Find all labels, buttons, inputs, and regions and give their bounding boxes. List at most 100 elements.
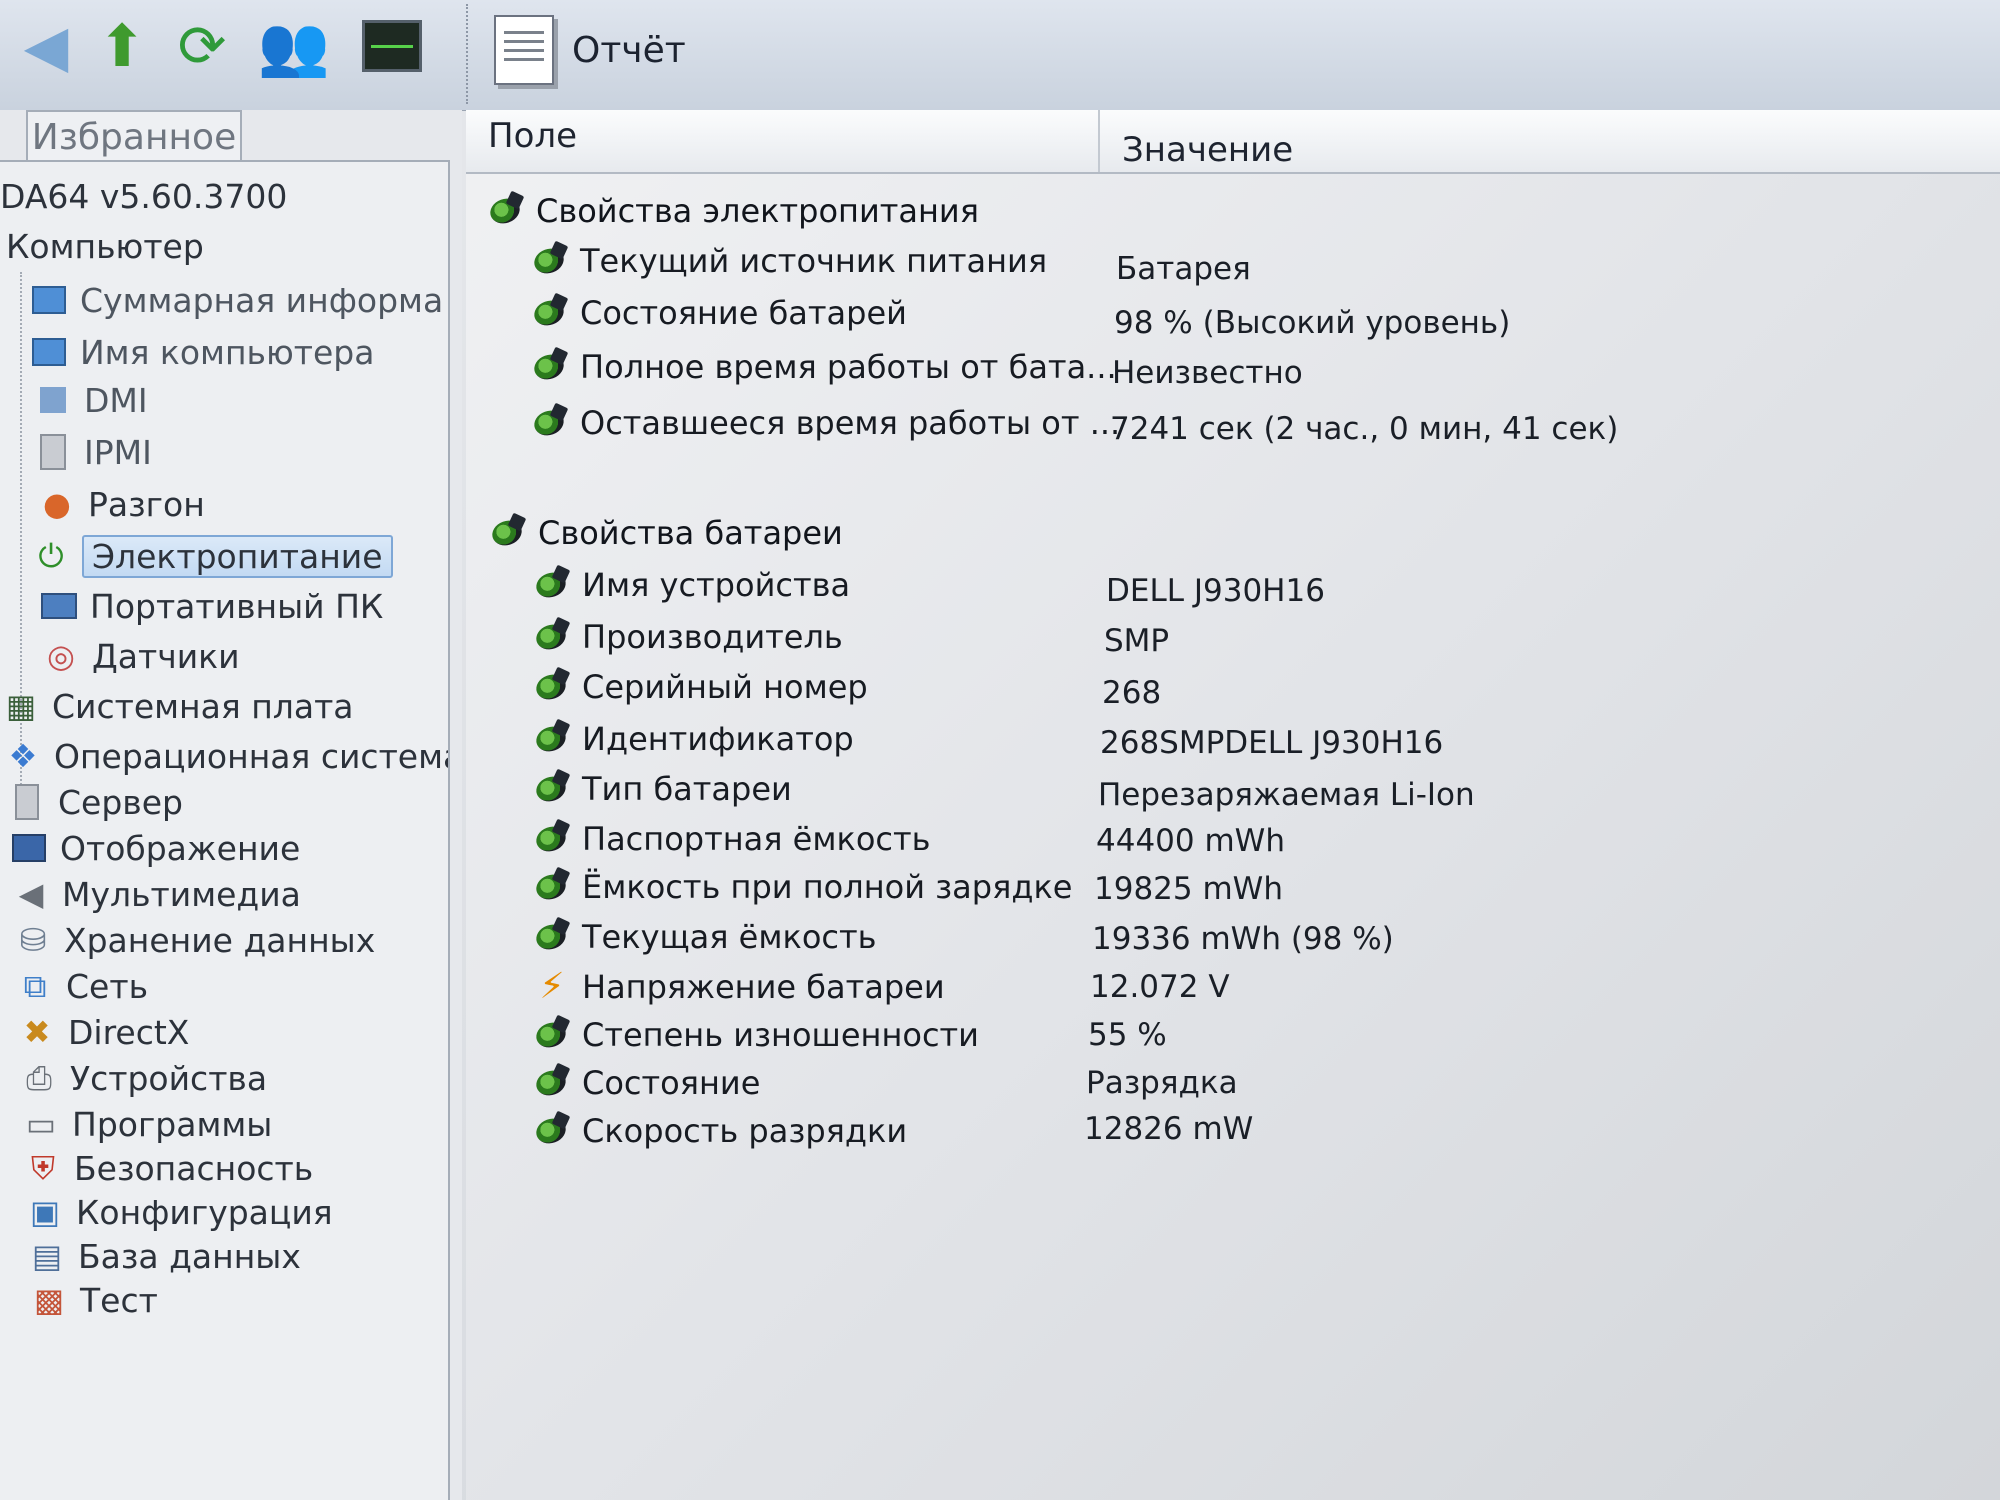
column-divider[interactable] — [1098, 110, 1100, 172]
tree-item-summary[interactable]: Суммарная информа — [30, 276, 443, 324]
report-row[interactable]: Производитель — [532, 614, 843, 660]
plug-icon — [532, 819, 572, 859]
tree-item-config[interactable]: ▣ Конфигурация — [26, 1188, 333, 1236]
plug-icon — [532, 667, 572, 707]
section-power-properties[interactable]: Свойства электропитания — [486, 188, 979, 234]
report-row[interactable]: Скорость разрядки — [532, 1108, 907, 1154]
report-row[interactable]: Текущая ёмкость — [532, 914, 877, 960]
plug-icon — [532, 769, 572, 809]
tree-item-storage[interactable]: ⛁ Хранение данных — [14, 916, 376, 964]
tree-item-display[interactable]: Отображение — [10, 824, 300, 872]
tree-item-devices[interactable]: ⎙ Устройства — [20, 1054, 267, 1102]
directx-icon: ✖ — [23, 1013, 51, 1051]
speaker-icon: ◀ — [18, 875, 44, 913]
report-row[interactable]: Паспортная ёмкость — [532, 816, 931, 862]
tree-item-os[interactable]: ❖ Операционная система — [4, 732, 448, 780]
report-value: 19336 mWh (98 %) — [1092, 921, 1394, 957]
tree-item-dmi[interactable]: DMI — [34, 376, 148, 424]
chip-icon — [34, 381, 72, 419]
report-row[interactable]: Имя устройства — [532, 562, 850, 608]
tree-item-network[interactable]: ⧉ Сеть — [16, 962, 148, 1010]
report-value: 55 % — [1088, 1017, 1167, 1053]
report-value: 19825 mWh — [1094, 871, 1283, 907]
report-row[interactable]: Идентификатор — [532, 716, 854, 762]
report-value: 44400 mWh — [1096, 823, 1285, 859]
up-arrow-icon[interactable]: ⬆ — [84, 8, 160, 84]
report-row[interactable]: Состояние — [532, 1060, 760, 1106]
config-icon: ▣ — [29, 1193, 61, 1231]
report-value: Батарея — [1116, 251, 1251, 287]
report-value: 12826 mW — [1084, 1111, 1254, 1147]
monitor-icon[interactable] — [354, 8, 430, 84]
plug-icon — [530, 347, 570, 387]
tree-item-security[interactable]: ⛨ Безопасность — [24, 1144, 313, 1192]
tree-item-programs[interactable]: ▭ Программы — [22, 1100, 272, 1148]
report-label: Отчёт — [572, 29, 686, 71]
computer-icon — [30, 333, 68, 371]
aida64-window: ◀ ⬆ ⟳ 👥 Отчёт Избранное DA64 v5.60.3700 … — [0, 0, 2000, 1500]
plug-icon — [532, 1111, 572, 1151]
tree-item-multimedia[interactable]: ◀ Мультимедиа — [12, 870, 301, 918]
report-row[interactable]: ⚡ Напряжение батареи — [532, 964, 944, 1010]
report-value: Перезаряжаемая Li-Ion — [1098, 777, 1475, 813]
gauge-icon: ◎ — [47, 637, 75, 675]
server-icon — [34, 433, 72, 471]
database-icon: ▤ — [31, 1237, 63, 1275]
plug-icon: ⏻ — [38, 537, 64, 575]
tree-item-overclock[interactable]: ● Разгон — [38, 480, 205, 528]
report-row[interactable]: Оставшееся время работы от ... — [530, 400, 1120, 446]
tree-item-portable[interactable]: Портативный ПК — [40, 582, 383, 630]
flame-icon: ● — [43, 485, 71, 523]
report-icon — [494, 15, 554, 85]
window-icon: ▭ — [25, 1105, 57, 1143]
plug-icon — [486, 191, 526, 231]
tree-root[interactable]: DA64 v5.60.3700 — [0, 172, 287, 220]
report-value: 268SMPDELL J930H16 — [1100, 725, 1444, 761]
network-icon: ⧉ — [23, 967, 47, 1005]
report-value: 268 — [1102, 675, 1162, 711]
tree-item-computer[interactable]: Компьютер — [6, 222, 204, 270]
report-row[interactable]: Степень изношенности — [532, 1012, 979, 1058]
section-battery-properties[interactable]: Свойства батареи — [488, 510, 843, 556]
printer-icon: ⎙ — [26, 1059, 52, 1097]
windows-icon: ❖ — [8, 737, 38, 775]
report-row[interactable]: Тип батареи — [532, 766, 792, 812]
plug-icon — [532, 565, 572, 605]
report-row[interactable]: Текущий источник питания — [530, 238, 1047, 284]
plug-icon — [532, 1015, 572, 1055]
plug-icon — [530, 241, 570, 281]
tree-item-test[interactable]: ▩ Тест — [30, 1276, 158, 1324]
toolbar-separator — [466, 4, 470, 104]
column-header-field[interactable]: Поле — [488, 116, 577, 156]
laptop-icon — [40, 587, 78, 625]
plug-icon — [530, 403, 570, 443]
tree-item-server[interactable]: Сервер — [8, 778, 183, 826]
tree-item-sensors[interactable]: ◎ Датчики — [42, 632, 240, 680]
users-icon[interactable]: 👥 — [256, 8, 332, 84]
tree-item-database[interactable]: ▤ База данных — [28, 1232, 301, 1280]
back-arrow-icon[interactable]: ◀ — [8, 8, 84, 84]
tree-item-power[interactable]: ⏻ Электропитание — [32, 532, 393, 580]
column-header-value[interactable]: Значение — [1122, 130, 1293, 170]
tab-favorites[interactable]: Избранное — [26, 110, 242, 162]
test-icon: ▩ — [33, 1281, 65, 1319]
report-row[interactable]: Серийный номер — [532, 664, 868, 710]
plug-icon — [488, 513, 528, 553]
tree-item-computer-name[interactable]: Имя компьютера — [30, 328, 374, 376]
tree-item-ipmi[interactable]: IPMI — [34, 428, 152, 476]
refresh-icon[interactable]: ⟳ — [164, 8, 240, 84]
report-value: 7241 сек (2 час., 0 мин, 41 сек) — [1110, 411, 1619, 447]
report-row[interactable]: Полное время работы от бата... — [530, 344, 1117, 390]
warning-icon: ⚡ — [539, 966, 565, 1007]
report-button[interactable]: Отчёт — [494, 10, 686, 90]
report-value: Неизвестно — [1112, 355, 1303, 391]
report-row[interactable]: Состояние батарей — [530, 290, 907, 336]
computer-icon — [30, 281, 68, 319]
shield-icon: ⛨ — [30, 1149, 55, 1187]
plug-icon — [532, 1063, 572, 1103]
report-value: Разрядка — [1086, 1065, 1238, 1101]
tree-item-motherboard[interactable]: ▦ Системная плата — [2, 682, 354, 730]
tree-item-directx[interactable]: ✖ DirectX — [18, 1008, 190, 1056]
report-value: 98 % (Высокий уровень) — [1114, 305, 1511, 341]
report-row[interactable]: Ёмкость при полной зарядке — [532, 864, 1072, 910]
